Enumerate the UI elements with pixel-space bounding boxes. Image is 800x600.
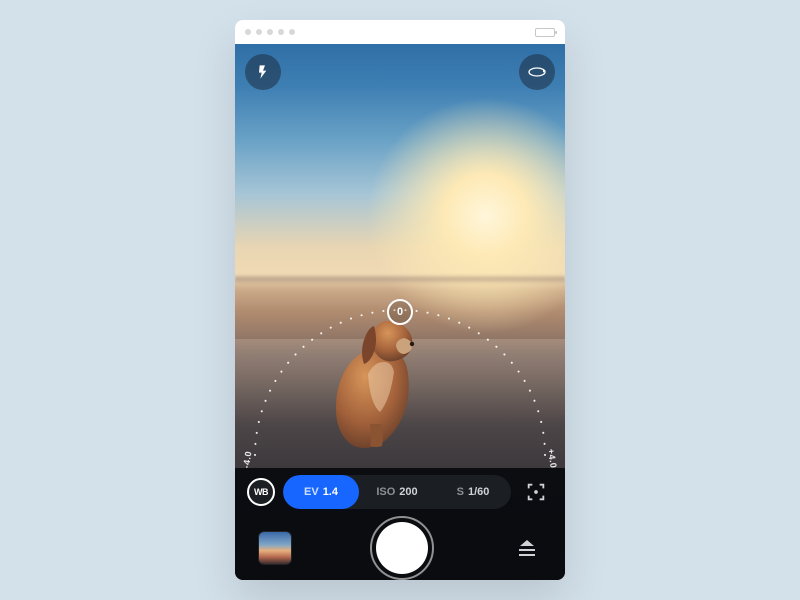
white-balance-label: WB bbox=[254, 487, 268, 497]
dial-current-value: 0 bbox=[397, 306, 403, 318]
flash-toggle[interactable] bbox=[245, 54, 281, 90]
chrome-dot bbox=[289, 29, 295, 35]
action-bar bbox=[235, 516, 565, 580]
focus-mode-button[interactable] bbox=[519, 475, 553, 509]
flip-camera-button[interactable] bbox=[519, 54, 555, 90]
chrome-dot bbox=[278, 29, 284, 35]
ev-pill[interactable]: EV 1.4 bbox=[283, 475, 359, 509]
eject-button[interactable] bbox=[513, 534, 541, 562]
exposure-pill-group: EV 1.4 ISO 200 S 1/60 bbox=[283, 475, 511, 509]
white-balance-button[interactable]: WB bbox=[247, 478, 275, 506]
viewfinder-subject bbox=[330, 312, 430, 452]
shutter-speed-pill[interactable]: S 1/60 bbox=[435, 475, 511, 509]
settings-bar: WB EV 1.4 ISO 200 S 1/60 bbox=[235, 468, 565, 516]
ev-key: EV bbox=[304, 486, 319, 498]
camera-viewfinder[interactable]: -4.0 +4.0 0 WB EV 1.4 ISO 200 S bbox=[235, 44, 565, 580]
flash-icon bbox=[255, 64, 271, 80]
window-chrome bbox=[235, 20, 565, 44]
iso-key: ISO bbox=[376, 486, 395, 498]
dial-knob[interactable]: 0 bbox=[387, 299, 413, 325]
eject-icon bbox=[520, 540, 534, 546]
shutter-button[interactable] bbox=[376, 522, 428, 574]
horizon-decoration bbox=[235, 274, 565, 284]
flip-camera-icon bbox=[527, 65, 547, 79]
chrome-dot bbox=[256, 29, 262, 35]
ev-value: 1.4 bbox=[323, 486, 338, 498]
iso-pill[interactable]: ISO 200 bbox=[359, 475, 435, 509]
iso-value: 200 bbox=[399, 486, 417, 498]
focus-frame-icon bbox=[525, 481, 547, 503]
battery-icon bbox=[535, 28, 555, 37]
phone-frame: -4.0 +4.0 0 WB EV 1.4 ISO 200 S bbox=[235, 20, 565, 580]
shutter-value: 1/60 bbox=[468, 486, 489, 498]
chrome-dot bbox=[245, 29, 251, 35]
gallery-thumbnail[interactable] bbox=[259, 532, 291, 564]
shutter-key: S bbox=[457, 486, 464, 498]
chrome-dot bbox=[267, 29, 273, 35]
